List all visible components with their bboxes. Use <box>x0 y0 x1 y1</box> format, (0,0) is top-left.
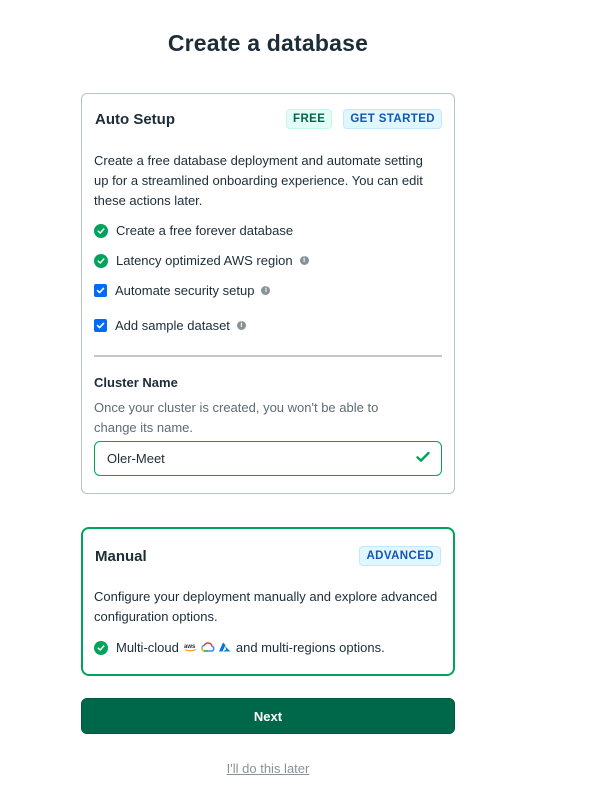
get-started-badge: GET STARTED <box>343 109 442 129</box>
manual-title: Manual <box>95 547 147 565</box>
advanced-badge: ADVANCED <box>359 546 441 566</box>
auto-setup-description: Create a free database deployment and au… <box>94 153 423 208</box>
item-multi-cloud: Multi-cloud aws and multi-regions option… <box>94 640 385 655</box>
aws-icon: aws <box>184 640 198 655</box>
info-icon[interactable]: i <box>261 286 271 295</box>
azure-icon <box>218 640 231 655</box>
auto-setup-badges: FREE GET STARTED <box>286 109 442 129</box>
sample-dataset-checkbox[interactable] <box>94 319 107 332</box>
svg-text:aws: aws <box>184 644 196 650</box>
page-title: Create a database <box>167 30 369 56</box>
item-aws-region: Latency optimized AWS region i <box>94 253 309 268</box>
item-label[interactable]: Automate security setup <box>115 283 254 298</box>
manual-header: Manual ADVANCED <box>95 546 441 566</box>
check-circle-icon <box>94 253 108 268</box>
auto-setup-header: Auto Setup FREE GET STARTED <box>95 109 442 129</box>
check-circle-icon <box>94 640 108 655</box>
do-later-link[interactable]: I'll do this later <box>0 761 536 776</box>
manual-description: Configure your deployment manually and e… <box>94 589 438 624</box>
item-label-suffix: and multi-regions options. <box>235 640 385 655</box>
item-label[interactable]: Add sample dataset <box>115 318 230 333</box>
google-cloud-icon <box>201 640 215 655</box>
auto-setup-title: Auto Setup <box>95 110 175 128</box>
info-icon[interactable]: i <box>236 321 246 330</box>
item-free-database: Create a free forever database <box>94 223 293 238</box>
item-label: Create a free forever database <box>116 223 294 238</box>
cluster-name-description: Once your cluster is created, you won't … <box>94 400 379 435</box>
item-label-prefix: Multi-cloud <box>116 640 179 655</box>
valid-check-icon <box>416 451 430 466</box>
item-label: Latency optimized AWS region <box>116 253 293 268</box>
manual-card[interactable]: Manual ADVANCED Configure your deploymen… <box>81 527 455 676</box>
free-badge: FREE <box>286 109 333 129</box>
divider <box>94 355 442 357</box>
cluster-name-input[interactable]: Oler-Meet <box>94 441 442 476</box>
next-button[interactable]: Next <box>81 698 455 734</box>
cluster-name-value[interactable]: Oler-Meet <box>107 451 165 466</box>
auto-setup-card[interactable]: Auto Setup FREE GET STARTED Create a fre… <box>81 93 455 494</box>
check-circle-icon <box>94 223 108 238</box>
cluster-name-label: Cluster Name <box>94 375 178 390</box>
cloud-provider-icons: aws <box>184 640 231 655</box>
item-security-setup[interactable]: Automate security setup i <box>94 283 271 298</box>
info-icon[interactable]: i <box>299 256 309 265</box>
security-setup-checkbox[interactable] <box>94 284 107 297</box>
item-sample-dataset[interactable]: Add sample dataset i <box>94 318 246 333</box>
